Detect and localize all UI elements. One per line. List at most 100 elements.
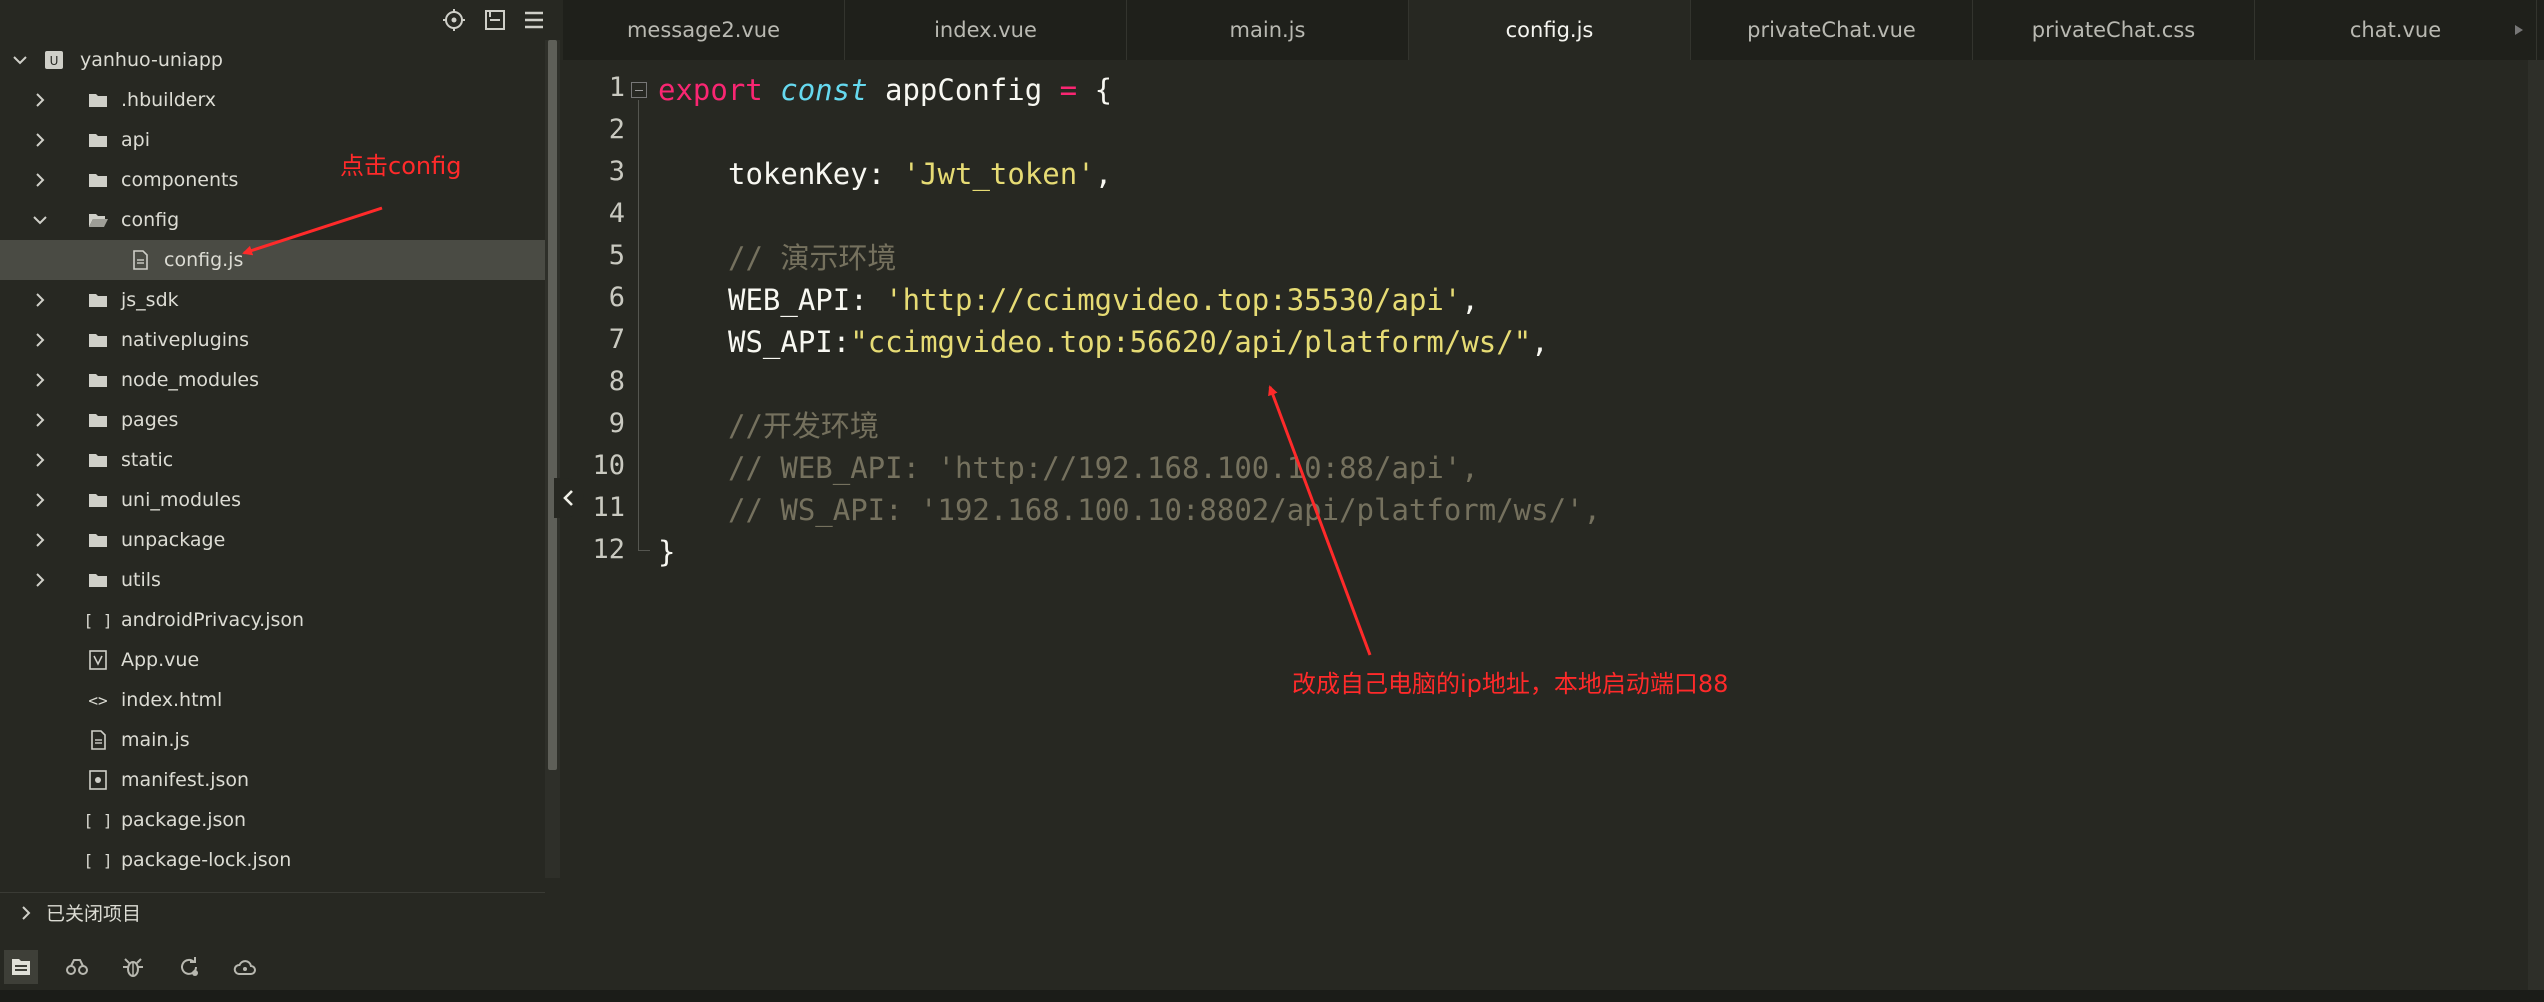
tree-item[interactable]: config [0,200,545,240]
json-file-icon: [ ] [83,610,113,630]
cloud-icon[interactable] [228,950,262,984]
tab-scroll-right-icon[interactable] [2494,0,2544,60]
tab-privatechat-vue[interactable]: privateChat.vue [1691,0,1973,60]
chevron-right-icon[interactable] [30,530,50,550]
explorer-scrollbar[interactable] [545,40,560,878]
chevron-right-icon[interactable] [30,570,50,590]
js-file-icon [128,248,152,272]
tab-label: index.vue [934,18,1037,42]
tree-item-label: node_modules [121,369,260,391]
project-root[interactable]: U yanhuo-uniapp [0,40,545,80]
tree-item[interactable]: [ ] package-lock.json [0,840,545,880]
tree-item-label: api [121,129,150,151]
line-number: 2 [608,114,625,145]
menu-icon[interactable] [518,4,550,36]
tree-item[interactable]: pages [0,400,545,440]
json-file-icon: [ ] [83,850,113,870]
folder-icon [86,368,110,392]
project-explorer: U yanhuo-uniapp .hbuilderx api components c… [0,0,560,1002]
editor-scrollbar[interactable] [2528,60,2544,990]
tree-item[interactable]: unpackage [0,520,545,560]
fold-guide [638,100,639,550]
line-number: 1 [608,72,625,103]
tree-item[interactable]: config.js [0,240,545,280]
project-icon: U [42,48,66,72]
folder-icon [86,568,110,592]
line-number: 6 [608,282,625,313]
chevron-right-icon[interactable] [30,370,50,390]
code-line-7: WS_API:"ccimgvideo.top:56620/api/platfor… [728,321,1549,363]
chevron-right-icon[interactable] [30,130,50,150]
tab-index-vue[interactable]: index.vue [845,0,1127,60]
tree-item-label: utils [121,569,161,591]
search-binoculars-icon[interactable] [60,950,94,984]
tree-item[interactable]: node_modules [0,360,545,400]
closed-projects-section[interactable]: 已关闭项目 [0,892,545,932]
tree-item[interactable]: api [0,120,545,160]
tree-item[interactable]: App.vue [0,640,545,680]
token-comma: , [1461,283,1479,317]
tree-item[interactable]: [ ] androidPrivacy.json [0,600,545,640]
tree-item-label: pages [121,409,179,431]
tree-item-label: components [121,169,239,191]
chevron-down-icon[interactable] [30,210,50,230]
folder-icon [86,488,110,512]
token-colon: : [832,325,851,359]
tree-item[interactable]: js_sdk [0,280,545,320]
chevron-right-icon[interactable] [30,450,50,470]
token-string: "ccimgvideo.top:56620/api/platform/ws/" [850,325,1532,359]
fold-guide-end [638,550,650,551]
scrollbar-thumb[interactable] [548,40,557,770]
tree-item-label: .hbuilderx [121,89,217,111]
tree-item[interactable]: static [0,440,545,480]
chevron-right-icon[interactable] [30,90,50,110]
tree-item[interactable]: utils [0,560,545,600]
tree-item[interactable]: <> index.html [0,680,545,720]
tree-item[interactable]: manifest.json [0,760,545,800]
folder-icon [86,528,110,552]
chevron-right-icon[interactable] [16,903,36,923]
token-storage: const [780,73,868,107]
token-keyword: export [658,73,763,107]
collapse-all-icon[interactable] [479,4,511,36]
tab-config-js[interactable]: config.js [1409,0,1691,60]
debug-bug-icon[interactable] [116,950,150,984]
project-manager-icon[interactable] [4,950,38,984]
folder-icon [86,168,110,192]
folder-icon [86,448,110,472]
tab-main-js[interactable]: main.js [1127,0,1409,60]
tree-item[interactable]: nativeplugins [0,320,545,360]
tree-item[interactable]: components [0,160,545,200]
folder-icon [86,328,110,352]
tab-label: message2.vue [626,18,781,42]
tree-item-label: unpackage [121,529,226,551]
json-file-icon: [ ] [83,810,113,830]
chevron-right-icon[interactable] [30,330,50,350]
tab-message2-vue[interactable]: message2.vue [563,0,845,60]
tab-label: config.js [1505,18,1594,42]
tree-item-label: package.json [121,809,247,831]
line-number: 8 [608,366,625,397]
token-string: 'Jwt_token' [902,157,1095,191]
chevron-right-icon[interactable] [30,490,50,510]
fold-toggle-icon[interactable] [631,82,647,98]
token-string: 'http://ccimgvideo.top:35530/api' [885,283,1462,317]
chevron-down-icon[interactable] [10,50,30,70]
tab-privatechat-css[interactable]: privateChat.css [1973,0,2255,60]
vue-file-icon [86,648,110,672]
tree-item-label: uni_modules [121,489,241,511]
code-line-11: // WS_API: '192.168.100.10:8802/api/plat… [728,493,1601,527]
refresh-sync-icon[interactable] [172,950,206,984]
line-number: 12 [592,534,625,565]
chevron-right-icon[interactable] [30,170,50,190]
code-editor[interactable]: 1 2 3 4 5 6 7 8 9 10 11 12 export const appConfig =… [563,60,2544,990]
chevron-right-icon[interactable] [30,290,50,310]
tree-item-label: package-lock.json [121,849,292,871]
tree-item[interactable]: [ ] package.json [0,800,545,840]
locate-icon[interactable] [438,4,470,36]
tree-item[interactable]: .hbuilderx [0,80,545,120]
tree-item[interactable]: uni_modules [0,480,545,520]
tree-item-label: config.js [164,249,244,271]
chevron-right-icon[interactable] [30,410,50,430]
tree-item[interactable]: main.js [0,720,545,760]
